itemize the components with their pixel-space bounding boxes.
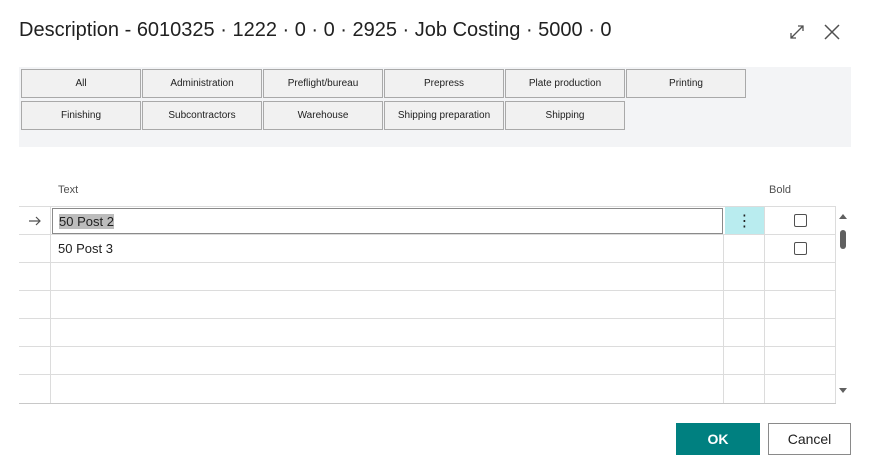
description-dialog: Description - 6010325 · 1222 · 0 · 0 · 2… [0, 0, 876, 475]
expand-button[interactable] [785, 20, 809, 44]
row-actions-cell[interactable] [725, 263, 765, 290]
text-input-value: 50 Post 2 [59, 213, 114, 229]
text-cell[interactable] [52, 319, 724, 346]
row-actions-cell[interactable] [725, 375, 765, 403]
table-row[interactable] [19, 290, 836, 318]
table-row[interactable] [19, 346, 836, 374]
bold-checkbox[interactable] [793, 214, 807, 227]
category-prepress-button[interactable]: Prepress [384, 69, 504, 98]
category-subcontractors-button[interactable]: Subcontractors [142, 101, 262, 130]
close-icon [824, 24, 840, 40]
description-grid: 50 Post 2 ⋮ 50 Post 3 [19, 206, 836, 404]
row-actions-cell[interactable] [725, 235, 765, 262]
row-selector[interactable] [19, 319, 51, 346]
category-filter-panel: All Administration Preflight/bureau Prep… [19, 67, 851, 147]
category-shipping-button[interactable]: Shipping [505, 101, 625, 130]
text-cell[interactable] [52, 375, 724, 403]
row-actions-cell[interactable] [725, 319, 765, 346]
text-cell[interactable] [52, 263, 724, 290]
category-plate-production-button[interactable]: Plate production [505, 69, 625, 98]
bold-checkbox[interactable] [793, 242, 807, 255]
bold-cell[interactable] [765, 319, 836, 346]
text-cell[interactable] [52, 347, 724, 374]
category-all-button[interactable]: All [21, 69, 141, 98]
row-actions-cell[interactable] [725, 347, 765, 374]
text-cell[interactable]: 50 Post 3 [52, 235, 724, 262]
bold-cell[interactable] [765, 375, 836, 403]
category-preflight-button[interactable]: Preflight/bureau [263, 69, 383, 98]
expand-icon [790, 25, 804, 39]
bold-cell [765, 207, 836, 234]
category-finishing-button[interactable]: Finishing [21, 101, 141, 130]
table-row[interactable] [19, 318, 836, 346]
more-vertical-icon: ⋮ [736, 212, 753, 230]
text-input[interactable]: 50 Post 2 [52, 208, 723, 234]
table-row[interactable] [19, 262, 836, 290]
row-selector[interactable] [19, 263, 51, 290]
grid-scrollbar[interactable] [836, 210, 850, 400]
row-actions-button[interactable]: ⋮ [725, 207, 765, 234]
category-warehouse-button[interactable]: Warehouse [263, 101, 383, 130]
category-shipping-preparation-button[interactable]: Shipping preparation [384, 101, 504, 130]
table-row[interactable] [19, 374, 836, 403]
scroll-up-arrow-icon [839, 214, 847, 219]
column-header-bold[interactable]: Bold [769, 184, 791, 196]
dialog-title: Description - 6010325 · 1222 · 0 · 0 · 2… [19, 19, 612, 41]
ok-button[interactable]: OK [676, 423, 760, 455]
scrollbar-thumb [840, 230, 846, 249]
row-selector[interactable] [19, 207, 51, 234]
row-selector[interactable] [19, 235, 51, 262]
cancel-button[interactable]: Cancel [768, 423, 851, 455]
text-cell[interactable] [52, 291, 724, 318]
bold-cell[interactable] [765, 263, 836, 290]
table-row[interactable]: 50 Post 3 [19, 234, 836, 262]
scroll-down-arrow-icon [839, 388, 847, 393]
row-selector[interactable] [19, 291, 51, 318]
close-button[interactable] [820, 20, 844, 44]
arrow-right-icon [28, 216, 41, 225]
column-header-text[interactable]: Text [58, 184, 78, 196]
category-administration-button[interactable]: Administration [142, 69, 262, 98]
row-selector[interactable] [19, 347, 51, 374]
row-selector[interactable] [19, 375, 51, 403]
row-actions-cell[interactable] [725, 291, 765, 318]
table-row[interactable]: 50 Post 2 ⋮ [19, 206, 836, 234]
bold-cell[interactable] [765, 347, 836, 374]
bold-cell[interactable] [765, 291, 836, 318]
bold-cell [765, 235, 836, 262]
category-printing-button[interactable]: Printing [626, 69, 746, 98]
